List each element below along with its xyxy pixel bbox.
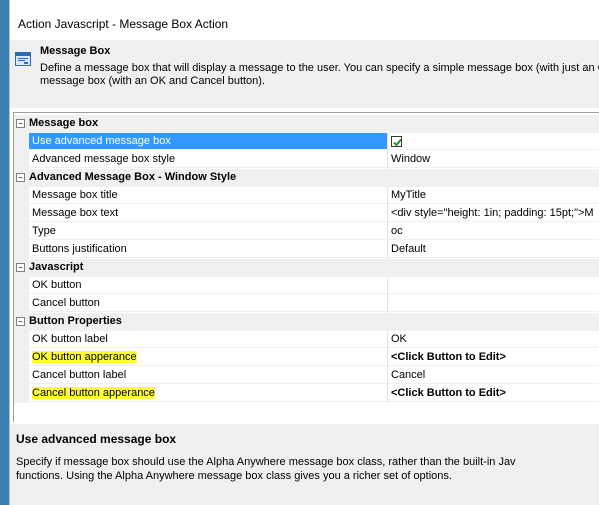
row-gutter bbox=[14, 133, 29, 151]
property-row-ok-button-label[interactable]: OK button label OK bbox=[14, 331, 599, 349]
property-row-ok-button-appearance[interactable]: OK button apperance <Click Button to Edi… bbox=[14, 349, 599, 367]
property-value[interactable]: OK bbox=[388, 331, 599, 348]
property-name[interactable]: Message box text bbox=[29, 205, 387, 222]
category-label: Advanced Message Box - Window Style bbox=[29, 171, 237, 183]
row-gutter bbox=[14, 331, 29, 349]
header-panel: Message Box Define a message box that wi… bbox=[10, 40, 599, 108]
category-javascript[interactable]: − Javascript bbox=[14, 259, 599, 277]
collapse-icon[interactable]: − bbox=[16, 119, 25, 128]
row-gutter bbox=[14, 385, 29, 403]
header-title: Message Box bbox=[40, 45, 111, 57]
property-name[interactable]: Cancel button bbox=[29, 295, 387, 312]
help-text: Specify if message box should use the Al… bbox=[16, 455, 516, 483]
row-gutter bbox=[14, 223, 29, 241]
property-name[interactable]: OK button label bbox=[29, 331, 387, 348]
property-name[interactable]: Type bbox=[29, 223, 387, 240]
property-row-cancel-button-label[interactable]: Cancel button label Cancel bbox=[14, 367, 599, 385]
property-row-type[interactable]: Type oc bbox=[14, 223, 599, 241]
help-text-line: Specify if message box should use the Al… bbox=[16, 456, 516, 468]
row-gutter bbox=[14, 367, 29, 385]
checkmark-icon bbox=[393, 138, 402, 147]
property-row-message-box-text[interactable]: Message box text <div style="height: 1in… bbox=[14, 205, 599, 223]
edit-cancel-appearance-button[interactable]: <Click Button to Edit> bbox=[388, 385, 599, 402]
property-row-advanced-message-box-style[interactable]: Advanced message box style Window bbox=[14, 151, 599, 169]
help-panel: Use advanced message box Specify if mess… bbox=[10, 424, 599, 505]
title-bar[interactable]: Action Javascript - Message Box Action bbox=[10, 0, 599, 40]
row-gutter bbox=[14, 151, 29, 169]
property-name[interactable]: OK button bbox=[29, 277, 387, 294]
property-row-ok-button[interactable]: OK button bbox=[14, 277, 599, 295]
property-row-buttons-justification[interactable]: Buttons justification Default bbox=[14, 241, 599, 259]
property-row-message-box-title[interactable]: Message box title MyTitle bbox=[14, 187, 599, 205]
property-row-cancel-button-appearance[interactable]: Cancel button apperance <Click Button to… bbox=[14, 385, 599, 403]
category-label: Javascript bbox=[29, 261, 84, 273]
category-button-properties[interactable]: − Button Properties bbox=[14, 313, 599, 331]
row-gutter bbox=[14, 241, 29, 259]
property-value[interactable]: <div style="height: 1in; padding: 15pt;"… bbox=[388, 205, 599, 222]
edit-ok-appearance-button[interactable]: <Click Button to Edit> bbox=[388, 349, 599, 366]
property-value[interactable]: Cancel bbox=[388, 367, 599, 384]
row-gutter bbox=[14, 187, 29, 205]
highlighted-name: OK button apperance bbox=[32, 351, 137, 363]
property-value[interactable] bbox=[388, 277, 599, 294]
collapse-icon[interactable]: − bbox=[16, 173, 25, 182]
property-name[interactable]: OK button apperance bbox=[29, 349, 387, 366]
highlighted-name: Cancel button apperance bbox=[32, 387, 155, 399]
property-name[interactable]: Cancel button apperance bbox=[29, 385, 387, 402]
property-value[interactable]: MyTitle bbox=[388, 187, 599, 204]
category-window-style[interactable]: − Advanced Message Box - Window Style bbox=[14, 169, 599, 187]
header-description-line: message box (with an OK and Cancel butto… bbox=[40, 75, 266, 87]
message-box-icon bbox=[15, 52, 31, 66]
collapse-icon[interactable]: − bbox=[16, 263, 25, 272]
property-row-use-advanced-message-box[interactable]: Use advanced message box bbox=[14, 133, 599, 151]
row-gutter bbox=[14, 295, 29, 313]
category-label: Message box bbox=[29, 117, 99, 129]
property-value[interactable]: Default bbox=[388, 241, 599, 258]
property-value[interactable] bbox=[388, 133, 599, 150]
property-name[interactable]: Buttons justification bbox=[29, 241, 387, 258]
window-title: Action Javascript - Message Box Action bbox=[18, 17, 229, 31]
use-advanced-checkbox[interactable] bbox=[391, 136, 402, 147]
category-message-box[interactable]: − Message box bbox=[14, 115, 599, 133]
header-description: Define a message box that will display a… bbox=[40, 62, 599, 88]
row-gutter bbox=[14, 205, 29, 223]
property-name[interactable]: Message box title bbox=[29, 187, 387, 204]
property-value[interactable]: Window bbox=[388, 151, 599, 168]
property-grid[interactable]: − Message box Use advanced message box A… bbox=[13, 112, 599, 422]
row-gutter bbox=[14, 277, 29, 295]
header-description-line: Define a message box that will display a… bbox=[40, 62, 599, 74]
row-gutter bbox=[14, 349, 29, 367]
property-row-cancel-button[interactable]: Cancel button bbox=[14, 295, 599, 313]
help-text-line: functions. Using the Alpha Anywhere mess… bbox=[16, 470, 452, 482]
window-left-border bbox=[0, 0, 9, 505]
help-title: Use advanced message box bbox=[16, 432, 177, 446]
property-name[interactable]: Cancel button label bbox=[29, 367, 387, 384]
property-name[interactable]: Advanced message box style bbox=[29, 151, 387, 168]
category-label: Button Properties bbox=[29, 315, 122, 327]
property-value[interactable]: oc bbox=[388, 223, 599, 240]
collapse-icon[interactable]: − bbox=[16, 317, 25, 326]
property-value[interactable] bbox=[388, 295, 599, 312]
property-name[interactable]: Use advanced message box bbox=[29, 133, 387, 150]
